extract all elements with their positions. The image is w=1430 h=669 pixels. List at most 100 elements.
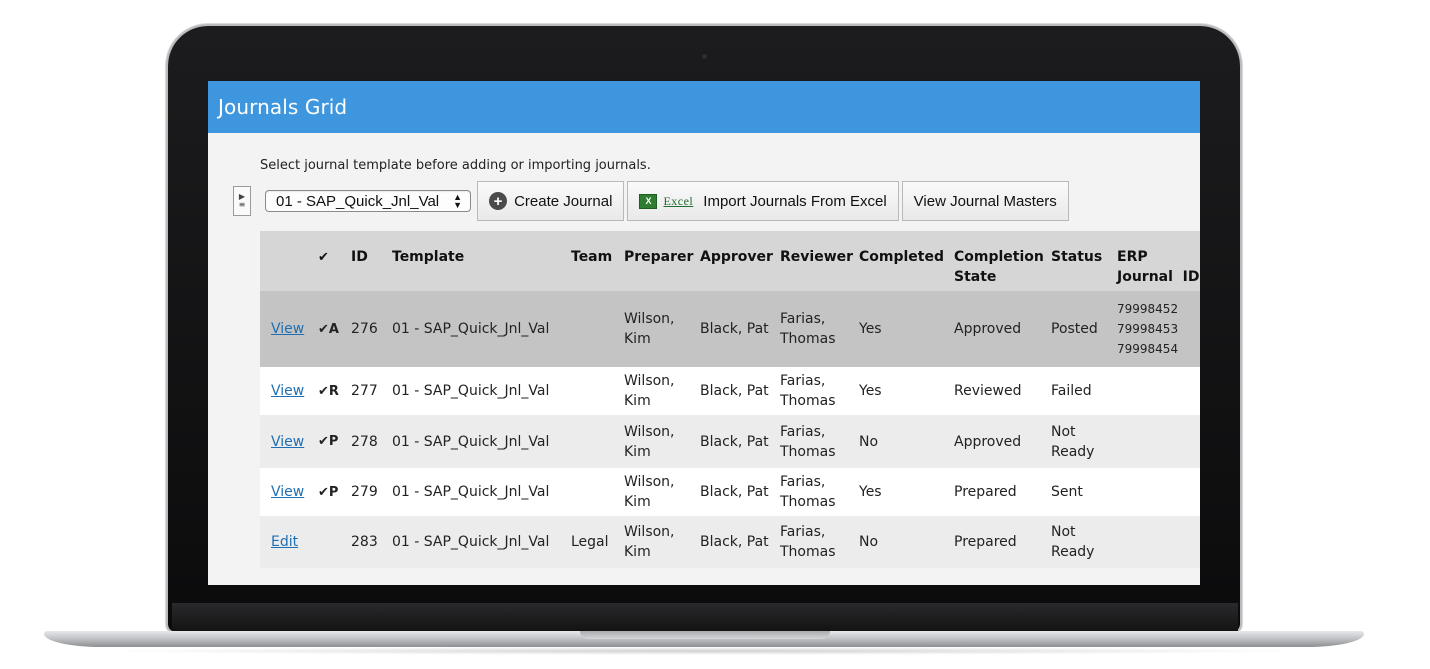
row-completed: Yes	[859, 468, 954, 516]
create-journal-button[interactable]: + Create Journal	[477, 181, 625, 221]
row-status: Sent	[1051, 468, 1117, 516]
row-preparer: Wilson, Kim	[624, 415, 700, 468]
row-template: 01 - SAP_Quick_Jnl_Val	[392, 291, 571, 367]
row-id: 283	[351, 516, 392, 568]
row-completion-state: Prepared	[954, 468, 1051, 516]
window-title-bar: Journals Grid	[208, 81, 1200, 133]
row-check-status: ✔P	[318, 484, 339, 500]
row-action-link[interactable]: Edit	[271, 534, 298, 550]
row-action-cell: Edit	[260, 516, 318, 568]
header-action	[260, 231, 318, 291]
row-erp-ids	[1117, 367, 1200, 415]
row-erp-ids	[1117, 516, 1200, 568]
template-select-value: 01 - SAP_Quick_Jnl_Val	[276, 192, 440, 210]
create-journal-label: Create Journal	[514, 192, 613, 210]
row-action-cell: View	[260, 468, 318, 516]
row-team	[571, 291, 624, 367]
laptop-shadow	[90, 647, 1320, 655]
import-excel-button[interactable]: X Excel Import Journals From Excel	[627, 181, 899, 221]
row-preparer: Wilson, Kim	[624, 367, 700, 415]
row-approver: Black, Pat	[700, 516, 780, 568]
row-team	[571, 415, 624, 468]
header-reviewer[interactable]: Reviewer	[780, 231, 859, 291]
row-completion-state: Approved	[954, 291, 1051, 367]
row-completed: No	[859, 516, 954, 568]
header-completed[interactable]: Completed	[859, 231, 954, 291]
header-check[interactable]: ✔	[318, 231, 351, 291]
list-icon: ≡	[238, 200, 246, 209]
template-select[interactable]: 01 - SAP_Quick_Jnl_Val ▲ ▼	[265, 190, 472, 212]
header-approver[interactable]: Approver	[700, 231, 780, 291]
header-template[interactable]: Template	[392, 231, 571, 291]
row-team	[571, 367, 624, 415]
row-reviewer: Farias, Thomas	[780, 415, 859, 468]
header-completion-state[interactable]: Completion State	[954, 231, 1051, 291]
row-status: Posted	[1051, 291, 1117, 367]
row-approver: Black, Pat	[700, 367, 780, 415]
row-action-link[interactable]: View	[271, 383, 304, 399]
row-check-status: ✔P	[318, 434, 339, 449]
row-preparer: Wilson, Kim	[624, 468, 700, 516]
row-action-cell: View	[260, 415, 318, 468]
row-template: 01 - SAP_Quick_Jnl_Val	[392, 468, 571, 516]
row-action-link[interactable]: View	[271, 434, 304, 450]
select-arrows-icon: ▲ ▼	[453, 192, 463, 210]
row-check-cell: ✔R	[318, 367, 351, 415]
row-completion-state: Reviewed	[954, 367, 1051, 415]
row-approver: Black, Pat	[700, 291, 780, 367]
row-action-cell: View	[260, 291, 318, 367]
excel-logo-text: Excel	[663, 193, 694, 208]
laptop-bezel-bottom	[172, 603, 1238, 631]
header-team[interactable]: Team	[571, 231, 624, 291]
row-template: 01 - SAP_Quick_Jnl_Val	[392, 367, 571, 415]
row-team: Legal	[571, 516, 624, 568]
row-check-cell	[318, 516, 351, 568]
excel-icon: X	[639, 193, 658, 209]
row-completed: Yes	[859, 367, 954, 415]
row-id: 279	[351, 468, 392, 516]
row-preparer: Wilson, Kim	[624, 516, 700, 568]
row-status: Not Ready	[1051, 415, 1117, 468]
app-screen: Journals Grid Select journal template be…	[208, 81, 1200, 585]
row-completed: No	[859, 415, 954, 468]
import-excel-label: Import Journals From Excel	[703, 192, 887, 210]
row-id: 277	[351, 367, 392, 415]
row-completion-state: Prepared	[954, 516, 1051, 568]
window-title: Journals Grid	[218, 95, 348, 119]
header-erp-journal-id[interactable]: ERP Journal ID	[1117, 231, 1200, 291]
table-row[interactable]: View ✔P 278 01 - SAP_Quick_Jnl_Val Wilson, Ki…	[260, 415, 1200, 468]
row-reviewer: Farias, Thomas	[780, 291, 859, 367]
header-status[interactable]: Status	[1051, 231, 1117, 291]
laptop-notch	[580, 631, 830, 639]
row-erp-ids: 79998452 79998453 79998454	[1117, 291, 1200, 367]
row-approver: Black, Pat	[700, 415, 780, 468]
row-completion-state: Approved	[954, 415, 1051, 468]
row-action-link[interactable]: View	[271, 321, 304, 337]
toggle-panel-button[interactable]: ▶ ≡	[233, 186, 251, 216]
row-reviewer: Farias, Thomas	[780, 367, 859, 415]
row-check-cell: ✔A	[318, 291, 351, 367]
table-row[interactable]: View ✔A 276 01 - SAP_Quick_Jnl_Val Wilson, Ki…	[260, 291, 1200, 367]
header-id[interactable]: ID	[351, 231, 392, 291]
header-preparer[interactable]: Preparer	[624, 231, 700, 291]
table-row[interactable]: View ✔P 279 01 - SAP_Quick_Jnl_Val Wilson, Ki…	[260, 468, 1200, 516]
row-reviewer: Farias, Thomas	[780, 468, 859, 516]
row-check-cell: ✔P	[318, 415, 351, 468]
template-hint: Select journal template before adding or…	[260, 158, 651, 173]
table-header-row: ✔ ID Template Team Preparer Approver Rev…	[260, 231, 1200, 291]
row-id: 278	[351, 415, 392, 468]
row-completed: Yes	[859, 291, 954, 367]
row-erp-ids	[1117, 415, 1200, 468]
row-check-status: ✔R	[318, 383, 339, 399]
table-row[interactable]: View ✔R 277 01 - SAP_Quick_Jnl_Val Wilson, Ki…	[260, 367, 1200, 415]
view-journal-masters-button[interactable]: View Journal Masters	[901, 181, 1069, 221]
table-row[interactable]: Edit 283 01 - SAP_Quick_Jnl_Val Legal Wilson…	[260, 516, 1200, 568]
row-status: Not Ready	[1051, 516, 1117, 568]
row-preparer: Wilson, Kim	[624, 291, 700, 367]
view-journal-masters-label: View Journal Masters	[913, 192, 1057, 210]
row-template: 01 - SAP_Quick_Jnl_Val	[392, 516, 571, 568]
row-reviewer: Farias, Thomas	[780, 516, 859, 568]
row-action-link[interactable]: View	[271, 484, 304, 500]
row-action-cell: View	[260, 367, 318, 415]
plus-circle-icon: +	[489, 192, 508, 210]
